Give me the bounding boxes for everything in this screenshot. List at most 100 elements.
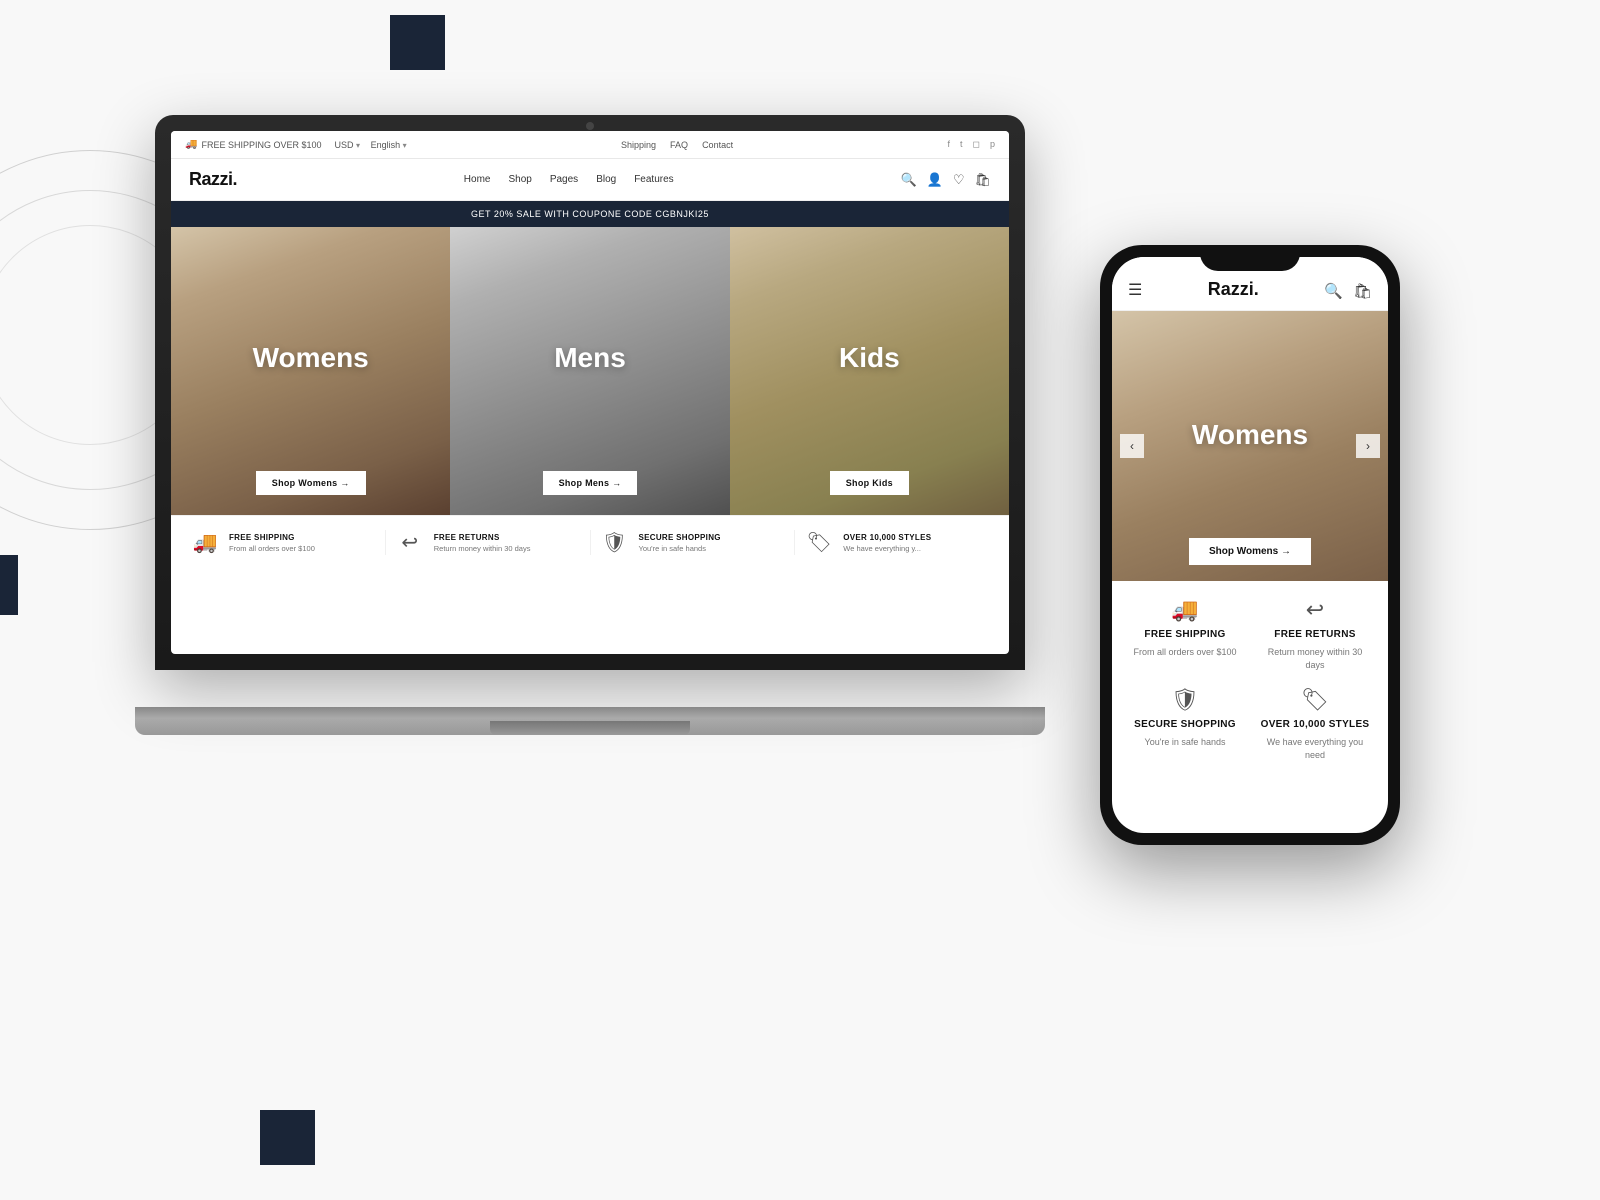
phone-feature-secure-shopping: 🛡 SECURE SHOPPING You're in safe hands [1128, 687, 1242, 761]
promo-bar: GET 20% SALE WITH COUPONE CODE CGBNJKI25 [171, 201, 1009, 227]
currency-dropdown-arrow: ▾ [356, 141, 360, 150]
phone-returns-desc: Return money within 30 days [1258, 646, 1372, 671]
phone-secure-desc: You're in safe hands [1145, 736, 1226, 749]
shop-mens-label: Shop Mens → [559, 478, 622, 488]
phone-logo[interactable]: Razzi. [1208, 279, 1259, 300]
topbar-social: f t ◻ p [947, 139, 995, 150]
wishlist-icon[interactable]: ♡ [953, 172, 965, 188]
bg-decoration-bottom [260, 1110, 315, 1165]
free-shipping-desc: From all orders over $100 [229, 544, 315, 553]
phone-feature-free-shipping: 🚚 FREE SHIPPING From all orders over $10… [1128, 597, 1242, 671]
shop-womens-button[interactable]: Shop Womens → [256, 471, 366, 495]
phone-feature-styles: 🏷 OVER 10,000 STYLES We have everything … [1258, 687, 1372, 761]
feature-free-returns: ↩ FREE RETURNS Return money within 30 da… [386, 530, 591, 555]
topbar-left: 🚚 FREE SHIPPING OVER $100 USD ▾ English … [185, 139, 407, 150]
promo-text: GET 20% SALE WITH COUPONE CODE CGBNJKI25 [471, 209, 709, 219]
phone-hero-label: Womens [1192, 419, 1308, 451]
site-hero: Womens Shop Womens → Mens Shop Mens → Ki… [171, 227, 1009, 515]
secure-shopping-text: SECURE SHOPPING You're in safe hands [639, 533, 721, 553]
phone-shipping-title: FREE SHIPPING [1144, 629, 1225, 640]
bg-decoration-top [390, 15, 445, 70]
phone-styles-icon: 🏷 [1301, 687, 1329, 713]
nav-features[interactable]: Features [634, 174, 673, 185]
site-logo[interactable]: Razzi. [189, 169, 237, 190]
topbar-center: Shipping FAQ Contact [621, 140, 733, 150]
language-selector[interactable]: English ▾ [371, 140, 407, 150]
phone-shop-womens-label: Shop Womens → [1209, 546, 1291, 557]
hero-panel-kids: Kids Shop Kids [730, 227, 1009, 515]
nav-blog[interactable]: Blog [596, 174, 616, 185]
truck-icon: 🚚 [185, 139, 197, 150]
shop-kids-label: Shop Kids [846, 478, 893, 488]
site-nav-links: Home Shop Pages Blog Features [464, 174, 674, 185]
phone-notch [1200, 245, 1300, 271]
twitter-icon[interactable]: t [960, 139, 963, 150]
phone-prev-button[interactable]: ‹ [1120, 434, 1144, 458]
search-icon[interactable]: 🔍 [900, 172, 916, 188]
phone-hero: ‹ Womens Shop Womens → › [1112, 311, 1388, 581]
laptop-base-inner [490, 721, 690, 735]
site-topbar: 🚚 FREE SHIPPING OVER $100 USD ▾ English … [171, 131, 1009, 159]
shop-kids-button[interactable]: Shop Kids [830, 471, 909, 495]
free-returns-text: FREE RETURNS Return money within 30 days [434, 533, 531, 553]
site-features-bar: 🚚 FREE SHIPPING From all orders over $10… [171, 515, 1009, 569]
nav-shop[interactable]: Shop [508, 174, 531, 185]
language-dropdown-arrow: ▾ [403, 141, 407, 150]
language-value: English [371, 140, 401, 150]
laptop-camera [586, 122, 594, 130]
shop-womens-label: Shop Womens → [272, 478, 350, 488]
phone-styles-title: OVER 10,000 STYLES [1261, 719, 1370, 730]
shop-mens-button[interactable]: Shop Mens → [543, 471, 638, 495]
phone-shipping-desc: From all orders over $100 [1133, 646, 1236, 659]
phone-returns-icon: ↩ [1306, 597, 1324, 623]
phone-styles-desc: We have everything you need [1258, 736, 1372, 761]
currency-value: USD [335, 140, 354, 150]
phone-search-icon[interactable]: 🔍 [1324, 282, 1343, 300]
cart-icon[interactable]: 🛍 [974, 172, 991, 188]
free-returns-desc: Return money within 30 days [434, 544, 531, 553]
styles-text: OVER 10,000 STYLES We have everything y.… [843, 533, 931, 553]
nav-home[interactable]: Home [464, 174, 491, 185]
free-shipping-title: FREE SHIPPING [229, 533, 315, 542]
pinterest-icon[interactable]: p [990, 139, 995, 150]
feature-free-shipping: 🚚 FREE SHIPPING From all orders over $10… [181, 530, 386, 555]
hero-panel-mens: Mens Shop Mens → [450, 227, 729, 515]
topbar-contact-link[interactable]: Contact [702, 140, 733, 150]
phone-next-button[interactable]: › [1356, 434, 1380, 458]
free-returns-icon: ↩ [396, 530, 424, 555]
instagram-icon[interactable]: ◻ [973, 139, 980, 150]
laptop-frame: 🚚 FREE SHIPPING OVER $100 USD ▾ English … [155, 115, 1025, 670]
phone-frame: ☰ Razzi. 🔍 🛍 ‹ Womens Shop Womens → › [1100, 245, 1400, 845]
phone-secure-title: SECURE SHOPPING [1134, 719, 1236, 730]
free-shipping-text: FREE SHIPPING From all orders over $100 [229, 533, 315, 553]
hero-panel-womens: Womens Shop Womens → [171, 227, 450, 515]
secure-shopping-desc: You're in safe hands [639, 544, 721, 553]
phone-shipping-icon: 🚚 [1171, 597, 1198, 623]
free-returns-title: FREE RETURNS [434, 533, 531, 542]
laptop-mockup: 🚚 FREE SHIPPING OVER $100 USD ▾ English … [155, 115, 1035, 735]
phone-screen: ☰ Razzi. 🔍 🛍 ‹ Womens Shop Womens → › [1112, 257, 1388, 833]
phone-returns-title: FREE RETURNS [1274, 629, 1355, 640]
laptop-screen: 🚚 FREE SHIPPING OVER $100 USD ▾ English … [171, 131, 1009, 654]
topbar-shipping-link[interactable]: Shipping [621, 140, 656, 150]
kids-label: Kids [839, 342, 900, 374]
mens-label: Mens [554, 342, 626, 374]
nav-pages[interactable]: Pages [550, 174, 578, 185]
secure-shopping-title: SECURE SHOPPING [639, 533, 721, 542]
styles-title: OVER 10,000 STYLES [843, 533, 931, 542]
phone-cart-icon[interactable]: 🛍 [1353, 282, 1372, 300]
secure-shopping-icon: 🛡 [601, 530, 629, 555]
styles-icon: 🏷 [805, 530, 833, 555]
phone-feature-free-returns: ↩ FREE RETURNS Return money within 30 da… [1258, 597, 1372, 671]
phone-secure-icon: 🛡 [1171, 687, 1199, 713]
topbar-faq-link[interactable]: FAQ [670, 140, 688, 150]
womens-label: Womens [253, 342, 369, 374]
hamburger-icon[interactable]: ☰ [1128, 280, 1142, 300]
free-shipping-icon: 🚚 [191, 530, 219, 555]
phone-shop-womens-button[interactable]: Shop Womens → [1189, 538, 1311, 565]
facebook-icon[interactable]: f [947, 139, 950, 150]
user-icon[interactable]: 👤 [927, 172, 943, 188]
feature-secure-shopping: 🛡 SECURE SHOPPING You're in safe hands [591, 530, 796, 555]
laptop-base [135, 707, 1045, 735]
currency-selector[interactable]: USD ▾ [335, 140, 361, 150]
